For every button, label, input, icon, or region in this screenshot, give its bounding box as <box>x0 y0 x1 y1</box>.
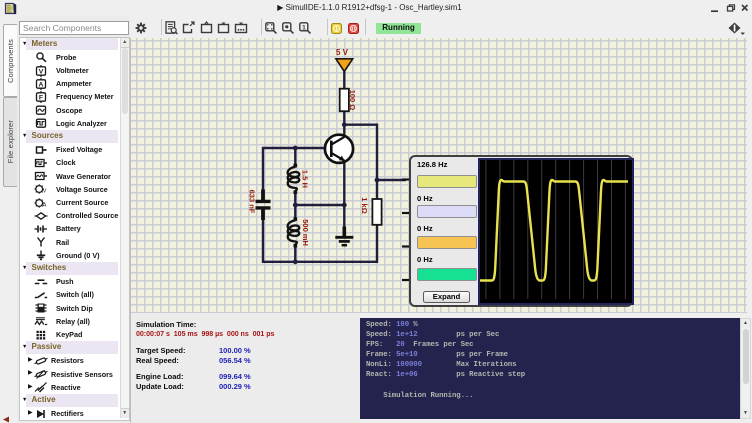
svg-text:A: A <box>43 202 47 208</box>
svg-text:V: V <box>39 68 44 75</box>
svg-text:1.5 H: 1.5 H <box>301 170 310 188</box>
svg-text:A: A <box>39 81 44 88</box>
svg-text:500 mH: 500 mH <box>301 219 310 246</box>
svg-text:1 kΩ: 1 kΩ <box>360 197 369 213</box>
svg-text:100 Ω: 100 Ω <box>348 90 357 111</box>
svg-text:5 V: 5 V <box>336 48 349 57</box>
svg-text:1: 1 <box>302 24 306 31</box>
svg-text:V: V <box>43 189 47 195</box>
svg-text:633 nF: 633 nF <box>248 190 257 214</box>
svg-text:F: F <box>39 95 43 102</box>
